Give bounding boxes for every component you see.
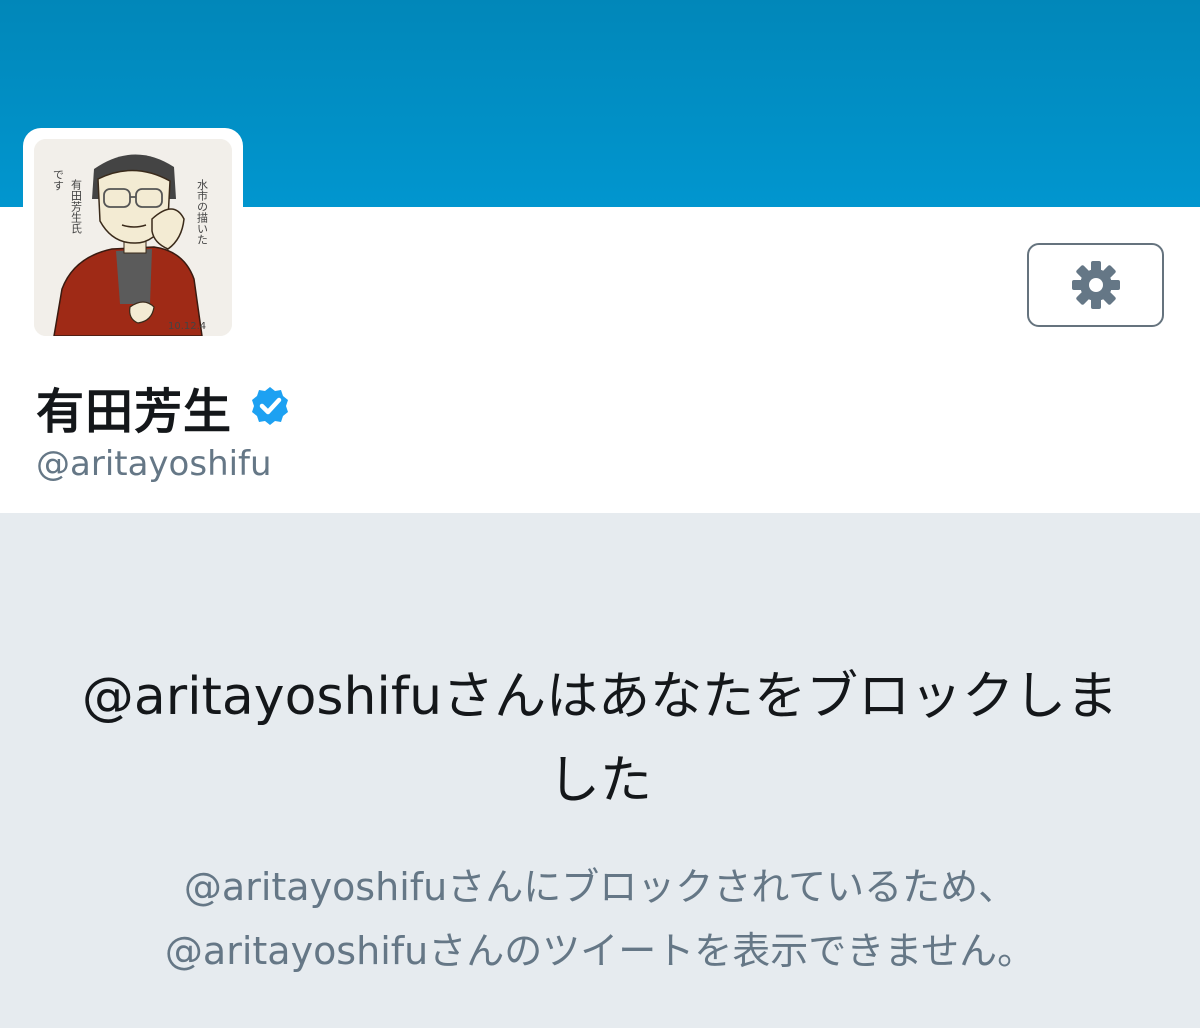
settings-button[interactable]	[1027, 243, 1164, 327]
blocked-description-line-2: @aritayoshifuさんのツイートを表示できません。	[164, 929, 1036, 973]
svg-text:水市の描いた: 水市の描いた	[196, 179, 209, 245]
verified-badge-icon	[248, 385, 292, 429]
blocked-title: @aritayoshifuさんはあなたをブロックしました	[81, 667, 1119, 811]
avatar[interactable]: 水市の描いた 有田芳生氏 です 10.12.4	[34, 139, 232, 336]
svg-text:10.12.4: 10.12.4	[168, 321, 206, 332]
profile-handle: @aritayoshifu	[36, 444, 272, 484]
profile-name-row: 有田芳生	[36, 372, 292, 442]
blocked-description-line-1: @aritayoshifuさんにブロックされているため、	[183, 865, 1017, 909]
avatar-illustration: 水市の描いた 有田芳生氏 です 10.12.4	[34, 139, 232, 336]
blocked-description: @aritayoshifuさんにブロックされているため、 @aritayoshi…	[60, 855, 1140, 983]
display-name: 有田芳生	[36, 384, 233, 440]
svg-text:有田芳生氏: 有田芳生氏	[70, 178, 83, 234]
svg-text:です: です	[52, 169, 65, 191]
gear-icon	[1071, 261, 1120, 309]
